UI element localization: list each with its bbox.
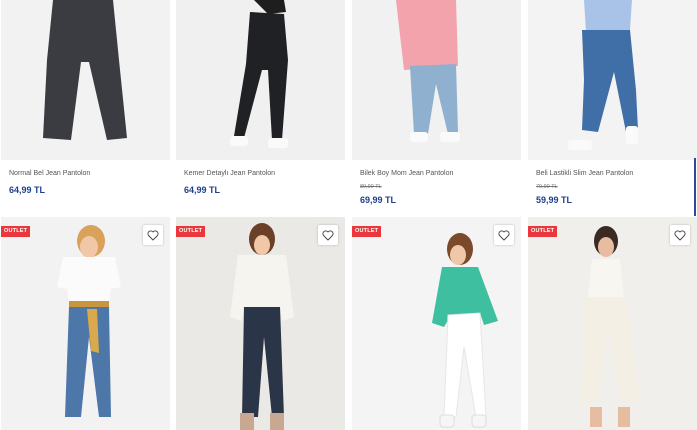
outlet-badge: OUTLET [528, 226, 558, 237]
product-image[interactable] [352, 0, 521, 160]
product-price: 64,99 TL [9, 185, 46, 195]
product-image[interactable] [1, 217, 170, 430]
product-name[interactable]: Bilek Boy Mom Jean Pantolon [360, 170, 453, 177]
product-name[interactable]: Beli Lastikli Slim Jean Pantolon [536, 170, 633, 177]
heart-icon [322, 229, 334, 240]
product-old-price: 89,99 TL [360, 184, 382, 190]
product-price: 59,99 TL [536, 195, 573, 205]
outlet-badge: OUTLET [1, 226, 31, 237]
outlet-badge: OUTLET [176, 226, 206, 237]
product-price: 64,99 TL [184, 185, 221, 195]
product-name[interactable]: Kemer Detaylı Jean Pantolon [184, 170, 275, 177]
product-grid: Normal Bel Jean Pantolon 64,99 TL Kemer … [0, 0, 697, 430]
scroll-indicator [694, 158, 696, 216]
product-old-price: 79,99 TL [536, 184, 558, 190]
heart-icon [147, 229, 159, 240]
outlet-badge: OUTLET [352, 226, 382, 237]
favorite-button[interactable] [670, 225, 690, 245]
product-image[interactable] [352, 217, 521, 430]
product-image[interactable] [528, 0, 697, 160]
product-image[interactable] [176, 217, 345, 430]
favorite-button[interactable] [318, 225, 338, 245]
product-price: 69,99 TL [360, 195, 397, 205]
heart-icon [674, 229, 686, 240]
product-name[interactable]: Normal Bel Jean Pantolon [9, 170, 90, 177]
favorite-button[interactable] [143, 225, 163, 245]
heart-icon [498, 229, 510, 240]
favorite-button[interactable] [494, 225, 514, 245]
product-image[interactable] [528, 217, 697, 430]
product-image[interactable] [1, 0, 170, 160]
product-image[interactable] [176, 0, 345, 160]
